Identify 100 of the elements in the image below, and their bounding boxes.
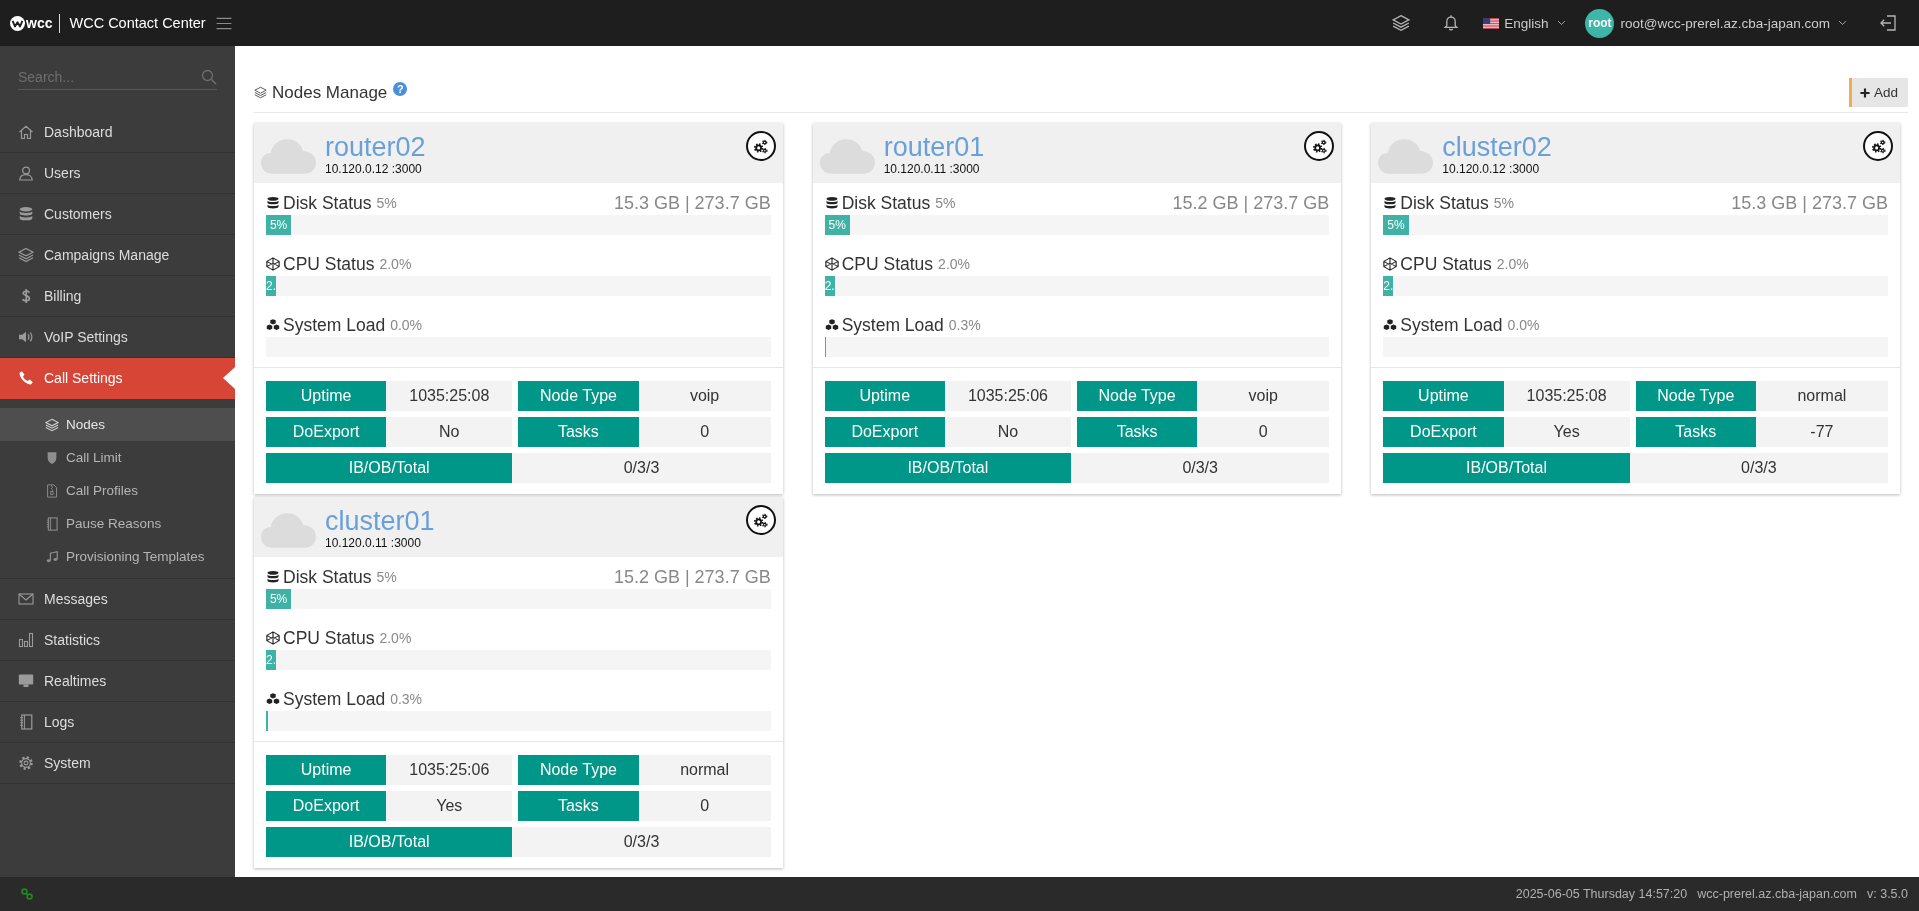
info-value: 0/3/3	[1629, 453, 1888, 483]
database-icon	[266, 196, 280, 210]
metric-reading: 2.0%	[1496, 256, 1529, 272]
metric-label: System Load	[283, 314, 386, 336]
node-address: 10.120.0.11 :3000	[883, 163, 981, 176]
nav-subitem[interactable]: Call Profiles	[0, 474, 235, 507]
link-icon[interactable]	[21, 888, 33, 900]
node-settings-button[interactable]	[745, 131, 776, 161]
info-value: 0/3/3	[512, 827, 771, 857]
info-value: 1035:25:08	[386, 381, 513, 411]
info-value: No	[386, 417, 513, 447]
bar-chart-icon	[18, 632, 34, 648]
info-label: IB/OB/Total	[266, 453, 513, 483]
metric-label: CPU Status	[1400, 253, 1492, 275]
app-title: WCC Contact Center	[69, 15, 206, 31]
speaker-icon	[18, 329, 34, 345]
add-button[interactable]: Add	[1848, 78, 1908, 107]
language-dropdown[interactable]: English	[1483, 15, 1567, 31]
cube-icon	[824, 257, 839, 271]
node-name: cluster02	[1442, 132, 1552, 162]
info-label: Tasks	[1077, 417, 1198, 447]
node-settings-button[interactable]	[1863, 131, 1893, 161]
info-value: voip	[638, 381, 771, 411]
node-name: cluster01	[325, 506, 435, 536]
bell-icon[interactable]	[1443, 14, 1460, 32]
nav-subitem[interactable]: Provisioning Templates	[0, 540, 235, 573]
layers-icon	[18, 247, 34, 263]
metric-reading: 5%	[376, 195, 397, 211]
node-address: 10.120.0.12 :3000	[1442, 163, 1541, 176]
metric-reading: 0.0%	[390, 317, 423, 333]
progress-label: 5%	[268, 591, 289, 608]
nav-subitem[interactable]: Call Limit	[0, 441, 235, 474]
info-value: 0	[638, 417, 771, 447]
info-value: -77	[1755, 417, 1888, 447]
node-address: 10.120.0.11 :3000	[325, 537, 422, 550]
logo-text: wcc	[26, 15, 53, 31]
home-icon	[18, 124, 34, 140]
footer-host: wcc-prerel.az.cba-japan.com	[1697, 887, 1857, 901]
chevron-down-icon	[1557, 20, 1567, 26]
metric-label: CPU Status	[283, 627, 375, 649]
nav-item[interactable]: Call Settings	[0, 358, 235, 399]
nav-subitem[interactable]: Pause Reasons	[0, 507, 235, 540]
info-value: 1035:25:06	[386, 755, 513, 785]
metric-label: CPU Status	[283, 253, 375, 275]
nav-item[interactable]: Realtimes	[0, 661, 235, 702]
layers-icon[interactable]	[1392, 14, 1411, 32]
logout-icon[interactable]	[1879, 14, 1897, 32]
node-name: router02	[325, 132, 426, 162]
logo-icon	[10, 15, 25, 31]
node-address: 10.120.0.12 :3000	[325, 163, 423, 176]
info-label: Node Type	[518, 755, 639, 785]
phone-icon	[18, 370, 34, 386]
info-value: Yes	[1503, 417, 1630, 447]
metric-reading: 0.3%	[390, 691, 423, 707]
metric-reading: 5%	[376, 569, 397, 585]
metric-label: System Load	[283, 688, 386, 710]
cubes-icon	[266, 318, 280, 332]
avatar: root	[1585, 8, 1615, 38]
progress-label: 2.	[824, 278, 835, 295]
user-menu[interactable]: root root@wcc-prerel.az.cba-japan.com	[1585, 8, 1847, 38]
cubes-icon	[824, 318, 839, 332]
metric-label: CPU Status	[841, 253, 934, 275]
info-value: 1035:25:08	[1503, 381, 1630, 411]
metric-reading: 2.0%	[379, 256, 412, 272]
info-label: Tasks	[518, 417, 639, 447]
menu-icon[interactable]	[215, 16, 232, 30]
gears-icon	[1311, 138, 1327, 154]
layers-icon	[45, 417, 59, 432]
nav-subitem[interactable]: Nodes	[0, 408, 235, 441]
cubes-icon	[266, 692, 280, 706]
info-value: 1035:25:06	[944, 381, 1072, 411]
layers-icon	[254, 86, 267, 99]
info-value: No	[944, 417, 1072, 447]
metric-label: System Load	[1400, 314, 1503, 336]
metric-label: Disk Status	[841, 192, 931, 214]
gears-icon	[753, 512, 769, 528]
footer-datetime: 2025-06-05 Thursday 14:57:20	[1515, 887, 1688, 901]
shield-icon	[45, 450, 59, 465]
node-settings-button[interactable]	[745, 505, 776, 535]
database-icon	[1383, 196, 1398, 210]
monitor-icon	[18, 673, 34, 689]
file-icon	[45, 483, 59, 498]
music-note-icon	[45, 549, 59, 564]
node-settings-button[interactable]	[1304, 131, 1335, 161]
metric-reading: 0.0%	[1507, 317, 1540, 333]
progress-label: 5%	[1386, 217, 1406, 234]
info-label: DoExport	[266, 791, 387, 821]
metric-label: System Load	[841, 314, 944, 336]
database-icon	[18, 206, 34, 222]
info-label: IB/OB/Total	[1383, 453, 1630, 483]
info-label: Node Type	[1635, 381, 1756, 411]
info-label: Uptime	[266, 381, 387, 411]
app-version: v: 3.5.0	[1867, 887, 1908, 901]
cube-icon	[266, 631, 280, 645]
info-value: 0/3/3	[1071, 453, 1330, 483]
cube-icon	[1383, 257, 1398, 271]
gears-icon	[1870, 138, 1886, 154]
progress-label: 5%	[268, 217, 289, 234]
chevron-down-icon	[1838, 20, 1847, 26]
disk-usage: 15.3 GB | 273.7 GB	[613, 192, 771, 214]
